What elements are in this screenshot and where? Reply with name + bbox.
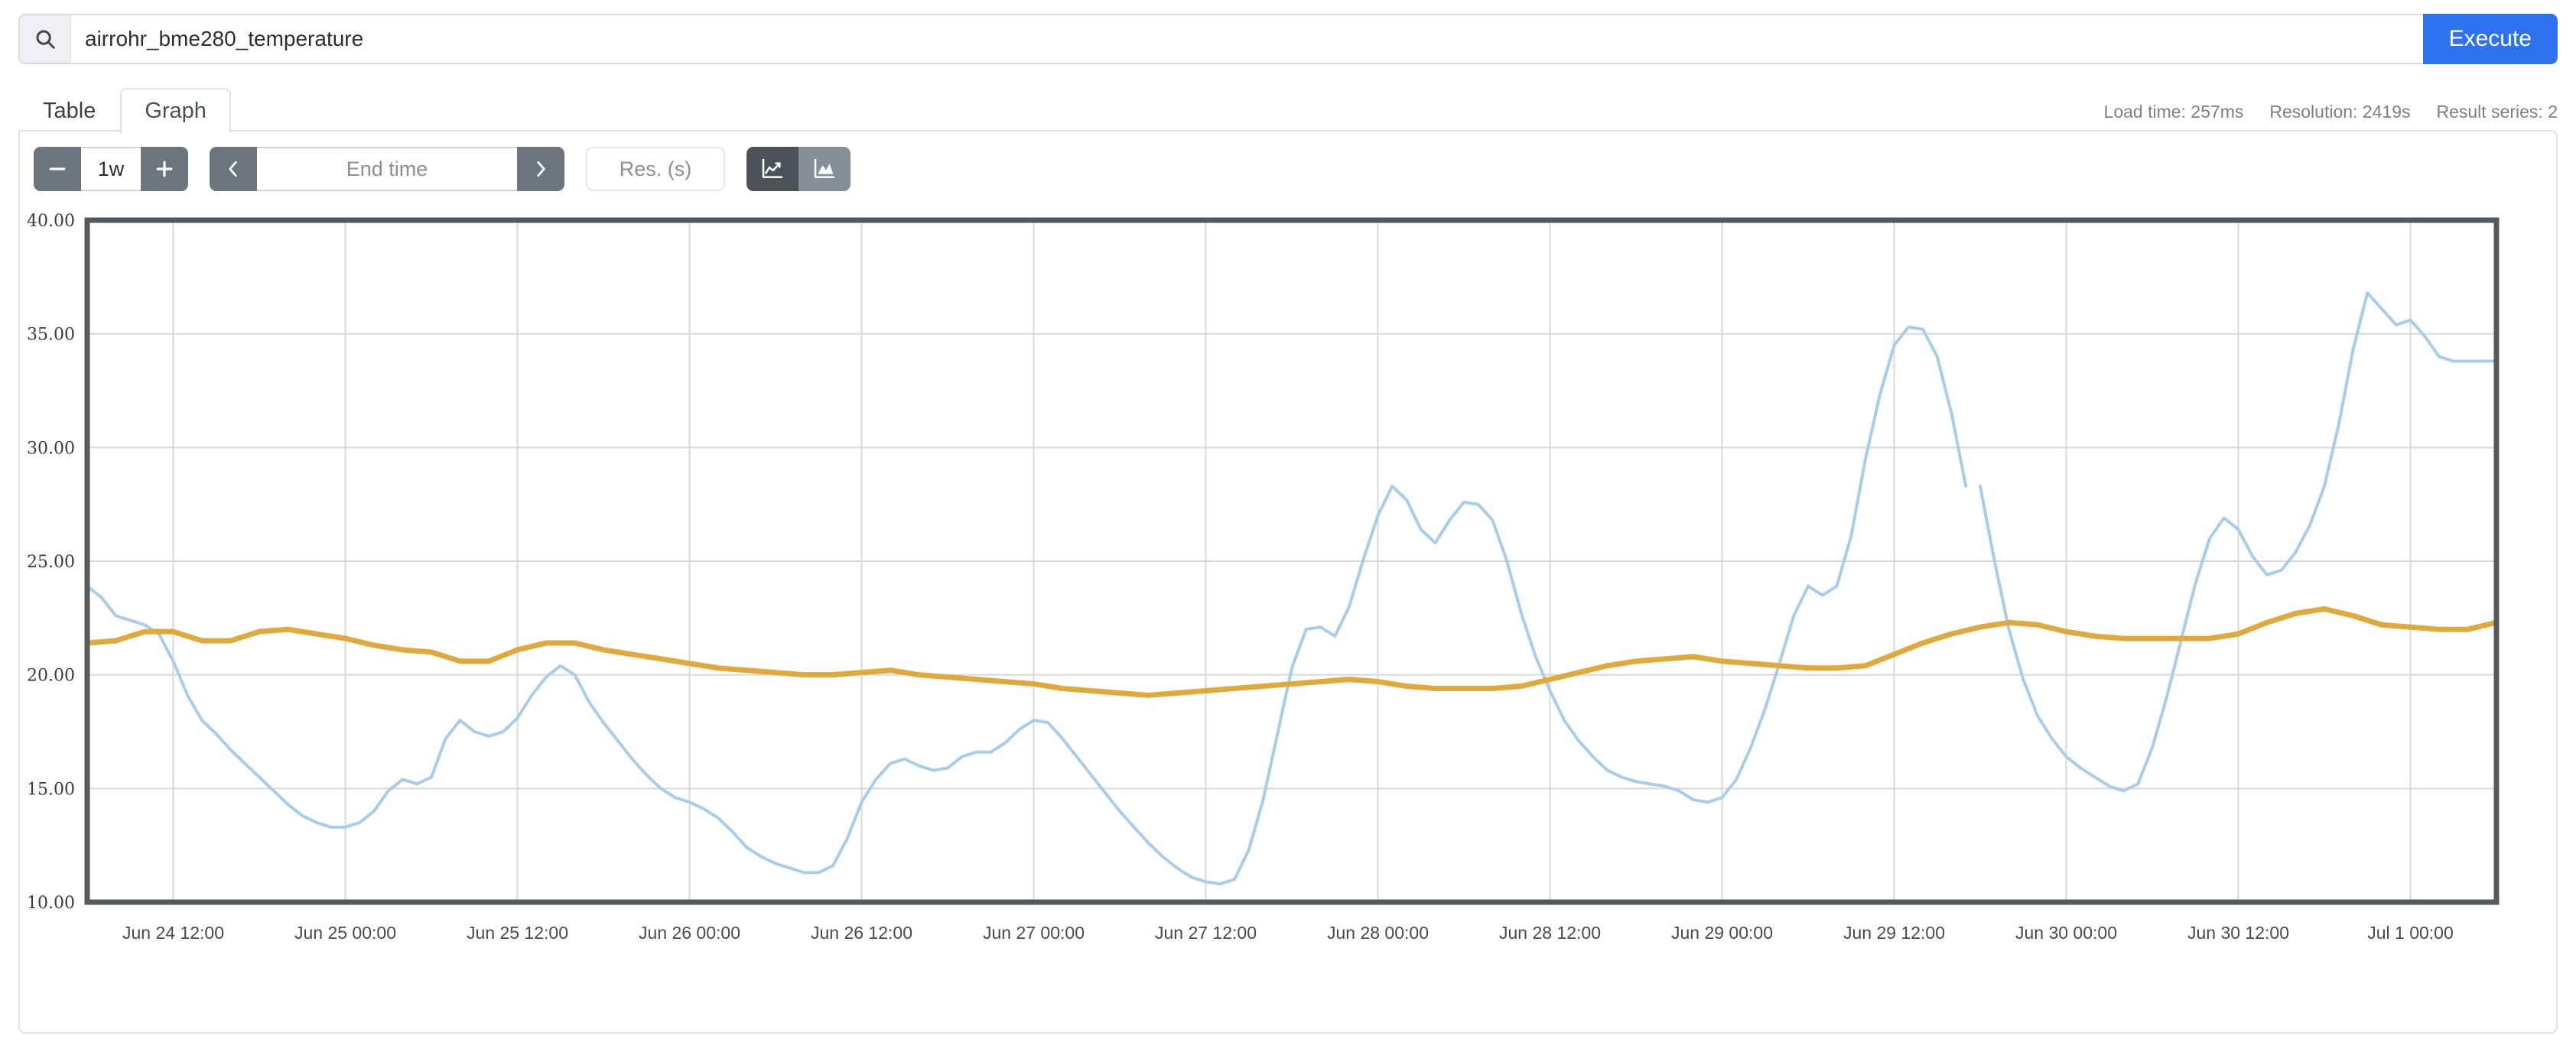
search-icon: [18, 14, 70, 64]
chart-type-toggle: [746, 147, 851, 191]
x-axis-tick-label: Jun 28 00:00: [1327, 923, 1429, 943]
series-line: [84, 606, 2500, 698]
resolution-input[interactable]: Res. (s): [586, 147, 725, 191]
graph-controls-toolbar: 1w End time Res. (s): [20, 132, 2556, 191]
y-axis-tick-label: 25.00: [27, 553, 75, 572]
query-input-group: [18, 14, 2423, 64]
y-axis-tick-label: 35.00: [27, 326, 75, 345]
y-axis-tick-label: 10.00: [27, 894, 75, 913]
decrease-range-button[interactable]: [34, 147, 81, 191]
temperature-graph[interactable]: 10.00 15.00 20.00 25.00 30.00 35.00 40.00 Jun 2…: [20, 202, 2556, 1012]
chart-svg: 10.00 15.00 20.00 25.00 30.00 35.00 40.00 Jun 2…: [27, 212, 2500, 943]
y-axis-tick-label: 20.00: [27, 667, 75, 686]
end-time-input[interactable]: End time: [257, 147, 517, 191]
query-bar: Execute: [18, 14, 2558, 64]
y-axis-tick-label: 40.00: [27, 212, 75, 231]
previous-time-button[interactable]: [210, 147, 257, 191]
x-axis-tick-label: Jun 29 00:00: [1671, 923, 1773, 943]
result-series-stat: Result series: 2: [2436, 102, 2558, 122]
tabs-row: Table Graph Load time: 257ms Resolution:…: [18, 84, 2558, 133]
x-axis-tick-label: Jun 25 00:00: [294, 923, 396, 943]
series-line: [86, 325, 1968, 886]
resolution-stat: Resolution: 2419s: [2269, 102, 2411, 122]
stacked-chart-icon[interactable]: [798, 147, 851, 191]
tab-graph[interactable]: Graph: [120, 88, 231, 133]
x-axis-tick-label: Jun 25 12:00: [467, 923, 568, 943]
x-axis-tick-label: Jun 30 12:00: [2187, 923, 2289, 943]
x-axis-tick-label: Jun 29 12:00: [1843, 923, 1945, 943]
x-axis-tick-label: Jul 1 00:00: [2367, 923, 2454, 943]
execute-button[interactable]: Execute: [2422, 14, 2558, 64]
increase-range-button[interactable]: [141, 147, 188, 191]
series-line: [2380, 307, 2498, 363]
load-time-stat: Load time: 257ms: [2103, 102, 2244, 122]
end-time-stepper: End time: [210, 147, 564, 191]
range-stepper: 1w: [34, 147, 188, 191]
y-axis-tick-label: 30.00: [27, 439, 75, 458]
line-chart-icon[interactable]: [746, 147, 798, 191]
graph-panel: 1w End time Res. (s) 10.00 15.00 20.00 2…: [18, 130, 2558, 1034]
x-axis-tick-label: Jun 26 12:00: [811, 923, 912, 943]
series-line: [1979, 291, 2383, 793]
next-time-button[interactable]: [517, 147, 564, 191]
search-input[interactable]: [70, 14, 2423, 64]
range-input[interactable]: 1w: [81, 147, 141, 191]
x-axis-tick-label: Jun 28 12:00: [1499, 923, 1601, 943]
x-axis-tick-label: Jun 26 00:00: [639, 923, 740, 943]
y-axis-tick-label: 15.00: [27, 780, 75, 799]
query-stats: Load time: 257ms Resolution: 2419s Resul…: [2104, 102, 2558, 122]
x-axis-tick-label: Jun 30 00:00: [2015, 923, 2117, 943]
x-axis-tick-label: Jun 27 12:00: [1155, 923, 1257, 943]
tab-table[interactable]: Table: [18, 88, 120, 133]
x-axis-tick-label: Jun 24 12:00: [122, 923, 224, 943]
x-axis-tick-label: Jun 27 00:00: [983, 923, 1085, 943]
